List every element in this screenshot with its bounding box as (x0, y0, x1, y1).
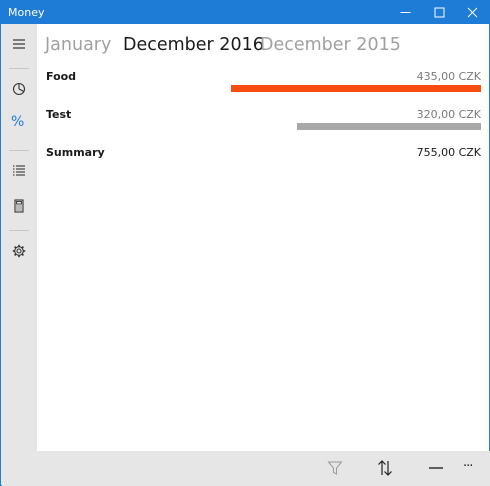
category-bar (231, 85, 481, 92)
summary-amount: 755,00 CZK (416, 146, 481, 159)
more-icon: ··· (463, 459, 473, 474)
sidebar-item-list[interactable] (1, 155, 37, 185)
navigation-sidebar: % (1, 24, 37, 485)
pivot-tab-current[interactable]: December 2016 (123, 34, 264, 56)
window-title: Money (8, 6, 45, 19)
pivot-tab-previous[interactable]: January (45, 34, 111, 56)
sidebar-divider (9, 150, 29, 151)
sidebar-item-pie-chart[interactable] (1, 74, 37, 104)
sidebar-item-calculator[interactable] (1, 191, 37, 221)
minimize-button[interactable] (388, 1, 422, 24)
calculator-icon (14, 199, 24, 213)
hamburger-menu-button[interactable] (1, 29, 37, 59)
pie-chart-icon (12, 82, 26, 96)
summary-label: Summary (46, 146, 105, 159)
maximize-icon (434, 7, 445, 18)
category-bar (297, 123, 481, 130)
category-row-test[interactable]: Test 320,00 CZK (37, 108, 489, 144)
main-content: January December 2016 December 2015 Food… (37, 24, 489, 451)
category-amount: 435,00 CZK (416, 70, 481, 83)
sidebar-item-settings[interactable] (1, 236, 37, 266)
gear-icon (12, 244, 26, 258)
filter-button[interactable] (315, 451, 355, 486)
sidebar-item-percent[interactable]: % (1, 108, 37, 138)
list-icon (13, 165, 25, 176)
filter-icon (327, 461, 343, 475)
sort-button[interactable] (365, 451, 405, 486)
more-button[interactable]: ··· (450, 451, 490, 486)
maximize-button[interactable] (422, 1, 456, 24)
category-row-food[interactable]: Food 435,00 CZK (37, 70, 489, 106)
title-bar[interactable]: Money (1, 1, 489, 24)
close-button[interactable] (455, 1, 489, 24)
command-bar: ··· (2, 451, 490, 486)
minimize-icon (400, 12, 411, 13)
sidebar-divider (9, 230, 29, 231)
sort-icon (378, 460, 392, 476)
percent-icon: % (11, 114, 25, 130)
pivot-tab-next[interactable]: December 2015 (260, 34, 401, 56)
minus-icon (429, 467, 443, 469)
summary-row: Summary 755,00 CZK (37, 146, 489, 182)
category-name: Food (46, 70, 77, 83)
close-icon (467, 7, 478, 18)
category-name: Test (46, 108, 72, 121)
sidebar-divider (9, 68, 29, 69)
app-window: Money % January December 2016 December 2… (0, 0, 490, 486)
category-amount: 320,00 CZK (416, 108, 481, 121)
hamburger-menu-icon (13, 39, 25, 49)
